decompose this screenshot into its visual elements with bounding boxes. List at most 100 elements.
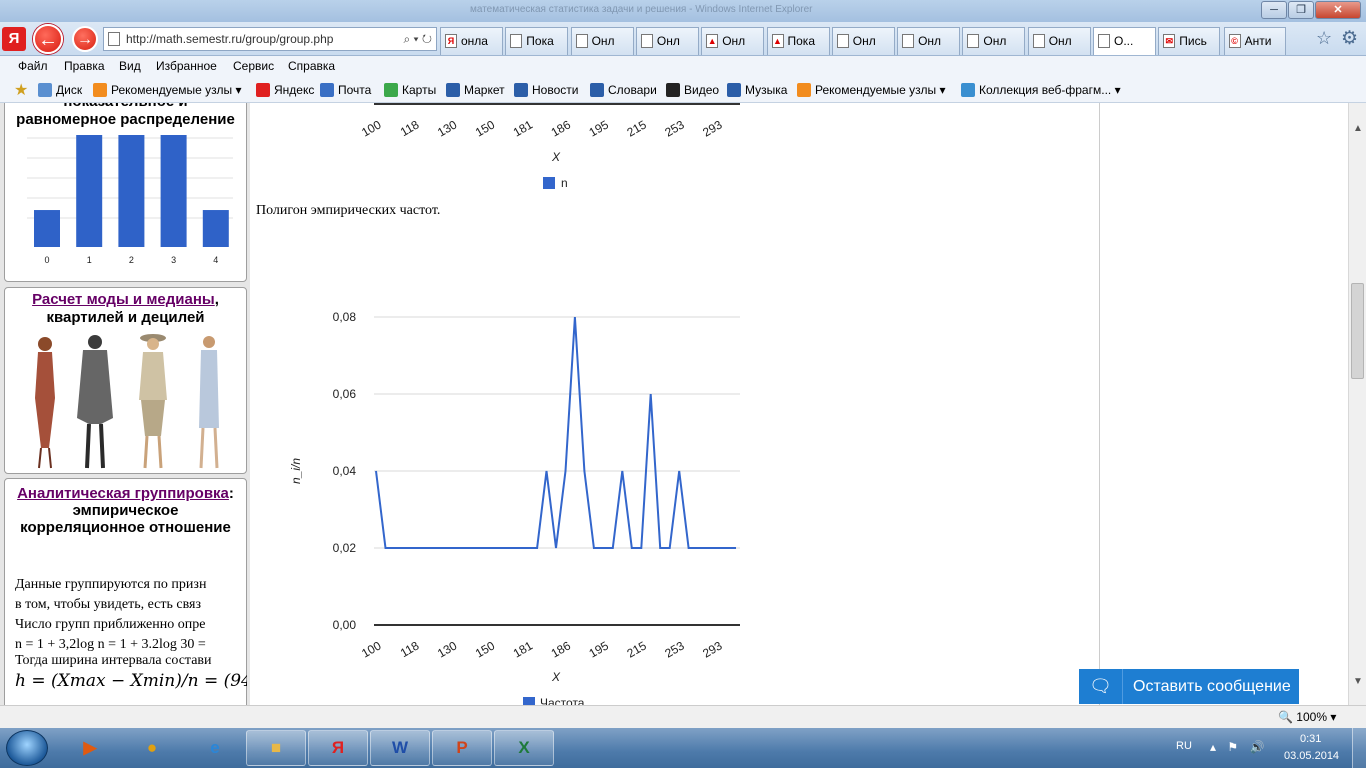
- scroll-down-icon[interactable]: ▼: [1353, 676, 1363, 687]
- favorite-link[interactable]: Карты: [384, 83, 436, 97]
- favorite-icon: [961, 83, 975, 97]
- favorite-label: Маркет: [464, 83, 505, 97]
- tab-favicon-icon: ©: [1228, 34, 1241, 48]
- taskbar-app-icon[interactable]: ■: [246, 730, 306, 766]
- favorite-link[interactable]: Музыка: [727, 83, 787, 97]
- browser-tab[interactable]: ▲ Онл: [701, 27, 765, 55]
- favorite-icon: [38, 83, 52, 97]
- back-button[interactable]: ←: [33, 24, 63, 54]
- yandex-logo-icon[interactable]: Я: [2, 27, 26, 51]
- favorite-link[interactable]: Коллекция веб-фрагм... ▾: [961, 83, 1121, 97]
- menu-item[interactable]: Справка: [288, 59, 335, 73]
- interval-width-formula: h = (Xmax − Xmin)/n = (94 − 45)/6 = 8: [15, 671, 247, 691]
- address-bar[interactable]: http://math.semestr.ru/group/group.php ⌕…: [103, 27, 437, 51]
- favorite-link[interactable]: Маркет: [446, 83, 505, 97]
- tab-favicon-icon: Я: [445, 34, 457, 48]
- browser-tab[interactable]: Онл: [897, 27, 961, 55]
- favorite-label: Почта: [338, 83, 372, 97]
- histogram-tick-label: 215: [624, 117, 649, 139]
- figure-2: [77, 335, 113, 469]
- favorite-link[interactable]: Видео: [666, 83, 719, 97]
- taskbar-app-icon[interactable]: Я: [308, 730, 368, 766]
- zoom-level: 100%: [1296, 710, 1327, 724]
- start-button[interactable]: [6, 730, 48, 766]
- taskbar-app-icon[interactable]: W: [370, 730, 430, 766]
- gear-icon[interactable]: ⚙: [1341, 27, 1358, 50]
- minimize-button[interactable]: ─: [1261, 1, 1287, 19]
- browser-tab[interactable]: Пока: [505, 27, 569, 55]
- scroll-up-icon[interactable]: ▲: [1353, 123, 1363, 134]
- maximize-button[interactable]: ❐: [1288, 1, 1314, 19]
- sidebar-card-mode-median[interactable]: Расчет моды и медианы, квартилей и децил…: [4, 287, 247, 474]
- histogram-tick-label: 130: [435, 117, 460, 139]
- favorite-link[interactable]: Яндекс: [256, 83, 314, 97]
- forward-button[interactable]: →: [72, 26, 98, 52]
- favorite-icon: [320, 83, 334, 97]
- histogram-tick-label: 195: [587, 117, 612, 139]
- tab-label: Онл: [918, 34, 942, 48]
- favorite-label: Яндекс: [274, 83, 315, 97]
- tab-label: Онл: [983, 34, 1007, 48]
- favorite-link[interactable]: Диск: [38, 83, 82, 97]
- menu-item[interactable]: Сервис: [233, 59, 274, 73]
- favorite-link[interactable]: Почта: [320, 83, 371, 97]
- tab-favicon-icon: [902, 34, 915, 48]
- menu-item[interactable]: Вид: [119, 59, 141, 73]
- browser-tab[interactable]: Онл: [1027, 27, 1091, 55]
- browser-tab[interactable]: Онл: [962, 27, 1026, 55]
- favorite-label: Рекомендуемые узлы ▾: [815, 83, 946, 97]
- tab-label: Онл: [1048, 34, 1072, 48]
- taskbar-app-icon[interactable]: e: [185, 730, 245, 766]
- tab-label: Пока: [787, 34, 816, 48]
- taskbar-app-icon[interactable]: ●: [122, 730, 182, 766]
- browser-tab[interactable]: Онл: [831, 27, 895, 55]
- menu-item[interactable]: Правка: [64, 59, 105, 73]
- card-title: Аналитическая группировка: эмпирическое …: [17, 485, 234, 536]
- y-axis-label: n_i/n: [289, 458, 303, 484]
- favorite-link[interactable]: Рекомендуемые узлы ▾: [93, 83, 242, 97]
- browser-tab[interactable]: Онл: [570, 27, 634, 55]
- histogram-tick-label: 118: [398, 117, 422, 139]
- browser-tab[interactable]: О...: [1093, 27, 1156, 55]
- chevron-down-icon: ▾: [1330, 710, 1337, 724]
- taskbar-app-icon[interactable]: X: [494, 730, 554, 766]
- address-url: http://math.semestr.ru/group/group.php: [126, 32, 334, 46]
- sidebar-card-analytic-grouping[interactable]: Аналитическая группировка: эмпирическое …: [4, 478, 247, 705]
- address-tools-icon[interactable]: ⌕ ▾ ↻: [403, 28, 432, 50]
- zoom-control[interactable]: 🔍 100% ▾: [1278, 710, 1336, 724]
- favorite-link[interactable]: Новости: [514, 83, 578, 97]
- taskbar-app-icon[interactable]: ▶: [60, 730, 120, 766]
- browser-tab[interactable]: ✉ Пись: [1158, 27, 1221, 55]
- favorites-icon[interactable]: ★: [14, 80, 28, 100]
- favorite-label: Коллекция веб-фрагм... ▾: [979, 83, 1121, 97]
- tab-favicon-icon: [510, 34, 523, 48]
- favorite-icon: [727, 83, 741, 97]
- leave-message-button[interactable]: 🗨 Оставить сообщение: [1079, 669, 1299, 704]
- browser-tab[interactable]: ▲ Пока: [766, 27, 830, 55]
- browser-tab[interactable]: Онл: [635, 27, 699, 55]
- close-button[interactable]: ✕: [1315, 1, 1361, 19]
- analytic-grouping-link[interactable]: Аналитическая группировка: [17, 485, 229, 502]
- clock-date[interactable]: 03.05.2014: [1284, 750, 1339, 762]
- zoom-icon: 🔍: [1278, 710, 1293, 724]
- taskbar-app-icon[interactable]: P: [432, 730, 492, 766]
- menu-item[interactable]: Файл: [18, 59, 48, 73]
- sidebar: показательное и равномерное распределени…: [0, 103, 250, 705]
- favorite-icon: [384, 83, 398, 97]
- menu-item[interactable]: Избранное: [156, 59, 217, 73]
- scroll-thumb[interactable]: [1351, 283, 1364, 379]
- clock-time[interactable]: 0:31: [1300, 733, 1321, 745]
- favorites-star-icon[interactable]: ☆: [1316, 28, 1332, 49]
- vertical-scrollbar[interactable]: ▲ ▼: [1348, 103, 1366, 705]
- x-tick-label: 100: [359, 638, 384, 660]
- show-desktop-button[interactable]: [1352, 728, 1366, 768]
- favorite-link[interactable]: Словари: [590, 83, 657, 97]
- browser-tab[interactable]: © Анти: [1223, 27, 1286, 55]
- sidebar-card-distributions[interactable]: показательное и равномерное распределени…: [4, 103, 247, 282]
- favorite-link[interactable]: Рекомендуемые узлы ▾: [797, 83, 946, 97]
- system-tray-icons[interactable]: ▴ ⚑ 🔊: [1210, 740, 1268, 754]
- mode-median-link[interactable]: Расчет моды и медианы: [32, 291, 215, 308]
- mini-tick-label: 4: [213, 255, 218, 265]
- browser-tab[interactable]: Яонла: [440, 27, 503, 55]
- language-indicator[interactable]: RU: [1176, 740, 1192, 752]
